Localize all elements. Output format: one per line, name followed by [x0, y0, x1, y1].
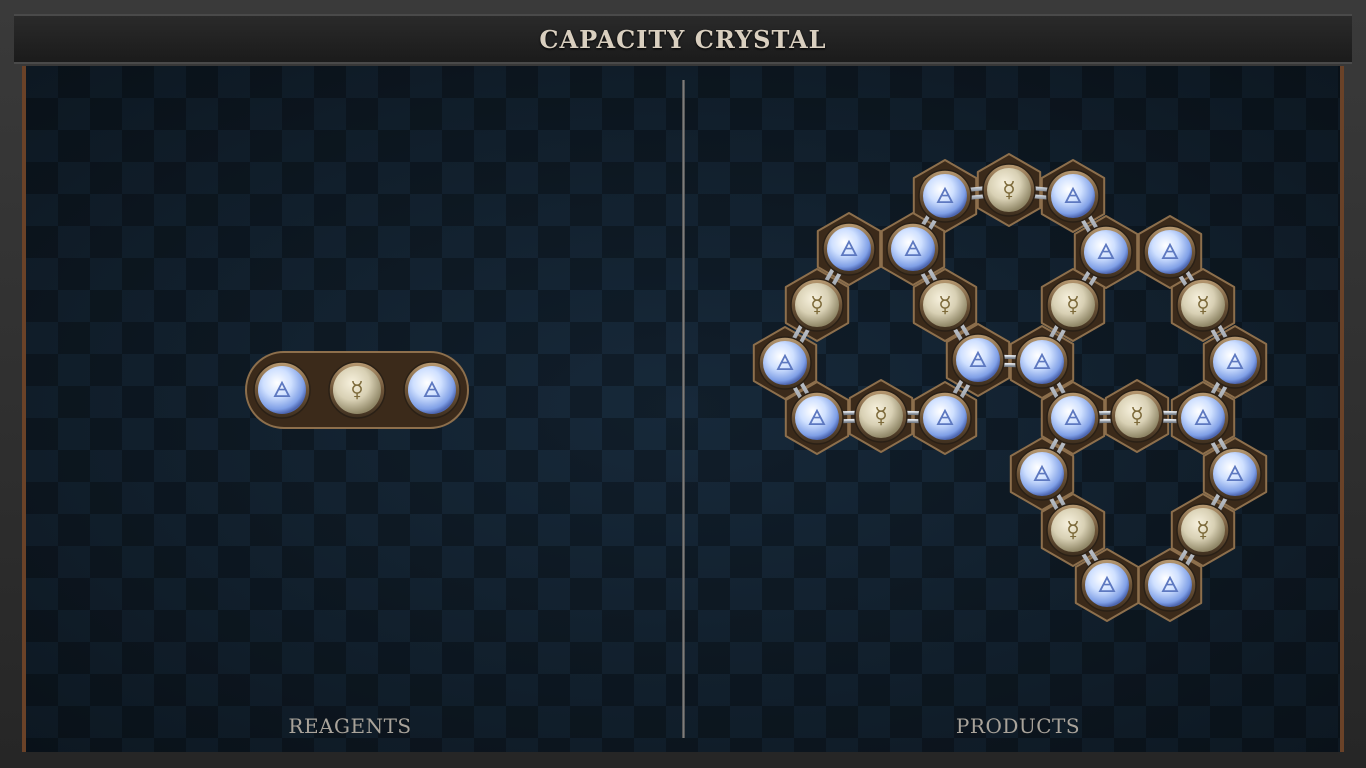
- quicksilver-symbol-icon: ☿: [1066, 518, 1080, 543]
- product-atom-air: 🜁: [886, 222, 940, 276]
- product-atom-quicksilver: ☿: [1046, 503, 1100, 557]
- product-atom-quicksilver: ☿: [1176, 278, 1230, 332]
- air-symbol-icon: 🜁: [1160, 240, 1179, 265]
- reagent-molecule[interactable]: 🜁 ☿ 🜁: [245, 351, 469, 429]
- air-symbol-icon: 🜁: [1193, 406, 1212, 431]
- quicksilver-symbol-icon: ☿: [874, 404, 888, 429]
- product-atom-quicksilver: ☿: [982, 163, 1036, 217]
- product-atom-air: 🜁: [1143, 225, 1197, 279]
- air-symbol-icon: 🜁: [272, 378, 291, 403]
- reagent-atom-air: 🜁: [403, 361, 461, 419]
- air-symbol-icon: 🜁: [1063, 184, 1082, 209]
- product-atom-quicksilver: ☿: [1046, 278, 1100, 332]
- air-symbol-icon: 🜁: [1225, 462, 1244, 487]
- reagent-atom-quicksilver: ☿: [328, 361, 386, 419]
- product-atom-air: 🜁: [1015, 447, 1069, 501]
- product-atom-air: 🜁: [918, 391, 972, 445]
- product-atom-quicksilver: ☿: [854, 389, 908, 443]
- product-atom-quicksilver: ☿: [1176, 503, 1230, 557]
- product-atom-air: 🜁: [790, 391, 844, 445]
- air-symbol-icon: 🜁: [903, 237, 922, 262]
- air-symbol-icon: 🜁: [839, 237, 858, 262]
- product-atom-air: 🜁: [1015, 335, 1069, 389]
- product-atom-air: 🜁: [918, 169, 972, 223]
- quicksilver-symbol-icon: ☿: [1002, 178, 1016, 203]
- molecule-layer: 🜁 ☿ 🜁 🜁 ☿ 🜁 🜁 🜁 🜁 🜁 ☿ ☿ ☿ ☿ 🜁 🜁 🜁 🜁 🜁 ☿ 🜁 🜁 ☿ 🜁 🜁 🜁 ☿ ☿ 🜁 🜁: [245, 153, 1268, 622]
- product-atom-air: 🜁: [1080, 558, 1134, 612]
- product-atom-quicksilver: ☿: [918, 278, 972, 332]
- air-symbol-icon: 🜁: [1097, 573, 1116, 598]
- air-symbol-icon: 🜁: [422, 378, 441, 403]
- product-atom-air: 🜁: [822, 222, 876, 276]
- product-atom-air: 🜁: [1046, 169, 1100, 223]
- product-atom-air: 🜁: [1208, 335, 1262, 389]
- products-label: PRODUCTS: [955, 714, 1081, 738]
- product-atom-air: 🜁: [1143, 558, 1197, 612]
- quicksilver-symbol-icon: ☿: [350, 378, 364, 403]
- air-symbol-icon: 🜁: [807, 406, 826, 431]
- air-symbol-icon: 🜁: [1225, 350, 1244, 375]
- air-symbol-icon: 🜁: [1096, 240, 1115, 265]
- product-atom-air: 🜁: [1079, 225, 1133, 279]
- quicksilver-symbol-icon: ☿: [938, 293, 952, 318]
- product-atom-air: 🜁: [1046, 391, 1100, 445]
- product-atom-quicksilver: ☿: [1110, 389, 1164, 443]
- reagent-atom-air: 🜁: [253, 361, 311, 419]
- product-molecule: 🜁 ☿ 🜁 🜁 🜁 🜁 🜁 ☿ ☿ ☿ ☿ 🜁 🜁 🜁 🜁 🜁 ☿ 🜁 🜁 ☿ 🜁 🜁 🜁 ☿ ☿ 🜁 🜁: [752, 153, 1268, 622]
- product-atom-air: 🜁: [758, 336, 812, 390]
- air-symbol-icon: 🜁: [935, 406, 954, 431]
- product-atom-air: 🜁: [951, 333, 1005, 387]
- air-symbol-icon: 🜁: [968, 348, 987, 373]
- air-symbol-icon: 🜁: [935, 184, 954, 209]
- quicksilver-symbol-icon: ☿: [1196, 293, 1210, 318]
- quicksilver-symbol-icon: ☿: [1066, 293, 1080, 318]
- quicksilver-symbol-icon: ☿: [1196, 518, 1210, 543]
- reagents-label: REAGENTS: [288, 714, 412, 738]
- product-atom-air: 🜁: [1208, 447, 1262, 501]
- quicksilver-symbol-icon: ☿: [1130, 404, 1144, 429]
- air-symbol-icon: 🜁: [1032, 462, 1051, 487]
- air-symbol-icon: 🜁: [1160, 573, 1179, 598]
- air-symbol-icon: 🜁: [1063, 406, 1082, 431]
- air-symbol-icon: 🜁: [1032, 350, 1051, 375]
- product-atom-air: 🜁: [1176, 391, 1230, 445]
- product-atom-quicksilver: ☿: [790, 278, 844, 332]
- quicksilver-symbol-icon: ☿: [810, 293, 824, 318]
- air-symbol-icon: 🜁: [775, 351, 794, 376]
